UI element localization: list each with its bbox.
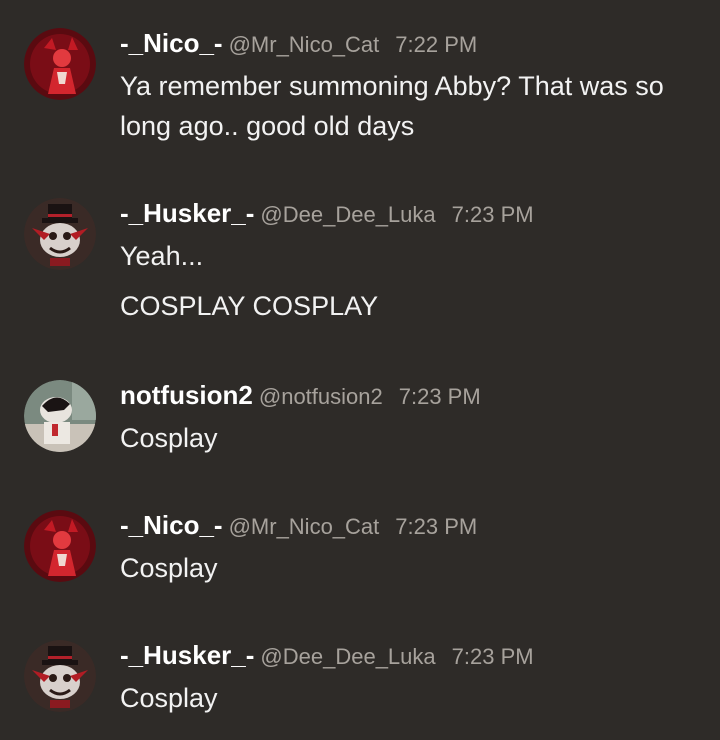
user-handle: @Dee_Dee_Luka [260, 644, 436, 669]
nico-avatar-icon[interactable] [24, 510, 96, 582]
timestamp: 7:23 PM [451, 202, 534, 227]
timestamp: 7:23 PM [451, 644, 534, 669]
username[interactable]: -_Nico_- [120, 510, 223, 540]
message-text: Ya remember summoning Abby? That was so … [120, 71, 664, 141]
message-text: Cosplay [120, 553, 218, 583]
username[interactable]: notfusion2 [120, 380, 253, 410]
nico-avatar-icon[interactable] [24, 28, 96, 100]
message-text: COSPLAY COSPLAY [120, 291, 379, 321]
notfusion-avatar-icon[interactable] [24, 380, 96, 452]
message-header: -_Nico_- @Mr_Nico_Cat 7:22 PM [120, 28, 700, 58]
husker-avatar-icon[interactable] [24, 640, 96, 712]
user-handle: @Mr_Nico_Cat [228, 32, 380, 57]
user-handle: @Mr_Nico_Cat [228, 514, 380, 539]
husker-avatar-icon[interactable] [24, 198, 96, 270]
user-handle: @notfusion2 [258, 384, 383, 409]
message-header: -_Nico_- @Mr_Nico_Cat 7:23 PM [120, 510, 700, 540]
message-header: -_Husker_- @Dee_Dee_Luka 7:23 PM [120, 198, 700, 228]
user-handle: @Dee_Dee_Luka [260, 202, 436, 227]
message-text: Cosplay [120, 423, 218, 453]
message-header: notfusion2 @notfusion2 7:23 PM [120, 380, 700, 410]
timestamp: 7:23 PM [398, 384, 481, 409]
username[interactable]: -_Husker_- [120, 640, 254, 670]
message-text: Yeah... [120, 241, 204, 271]
username[interactable]: -_Husker_- [120, 198, 254, 228]
username[interactable]: -_Nico_- [120, 28, 223, 58]
message-header: -_Husker_- @Dee_Dee_Luka 7:23 PM [120, 640, 700, 670]
message-text: Cosplay [120, 683, 218, 713]
timestamp: 7:23 PM [395, 514, 478, 539]
timestamp: 7:22 PM [395, 32, 478, 57]
